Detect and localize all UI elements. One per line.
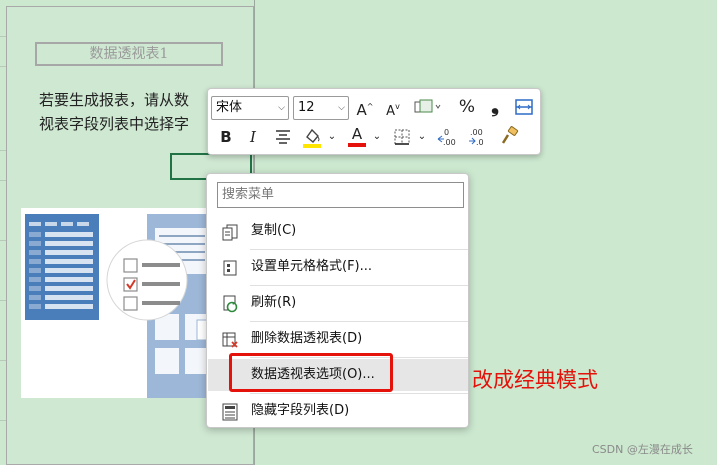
borders-icon[interactable] xyxy=(391,127,413,152)
svg-text:.00: .00 xyxy=(470,128,483,137)
delete-pivot-icon xyxy=(221,330,239,348)
percent-style-button[interactable]: % xyxy=(456,97,478,117)
font-size-select[interactable]: 12 ⌵ xyxy=(293,96,349,120)
chevron-down-icon[interactable]: ⌄ xyxy=(416,127,428,147)
fill-color-button[interactable] xyxy=(301,125,323,154)
pivot-table-title: 数据透视表1 xyxy=(35,42,223,66)
font-name-select[interactable]: 宋体 ⌵ xyxy=(211,96,289,120)
grow-font-button[interactable]: A^ xyxy=(355,97,375,120)
font-color-button[interactable]: A xyxy=(346,125,368,147)
shrink-font-button[interactable]: Av xyxy=(383,97,403,122)
chevron-down-icon: ⌵ xyxy=(278,103,285,113)
align-center-icon[interactable] xyxy=(272,127,294,152)
pivot-placeholder-illustration xyxy=(21,208,221,398)
menu-item-hide-field-list[interactable]: 隐藏字段列表(D) xyxy=(208,395,468,427)
accounting-format-button[interactable] xyxy=(410,97,444,122)
annotation-text: 改成经典模式 xyxy=(472,368,598,392)
italic-button[interactable]: I xyxy=(245,127,261,147)
menu-item-label: 删除数据透视表(D) xyxy=(251,331,363,346)
menu-item-label: 隐藏字段列表(D) xyxy=(251,403,350,418)
mini-format-toolbar: 宋体 ⌵ 12 ⌵ A^ Av % ❟ B I ⌄ A ⌄ ⌄ 0.00 .00… xyxy=(207,88,541,155)
chevron-down-icon[interactable]: ⌄ xyxy=(326,127,338,147)
font-name-value: 宋体 xyxy=(216,100,243,115)
menu-search-placeholder: 搜索菜单 xyxy=(222,187,275,202)
menu-item-label: 复制(C) xyxy=(251,223,297,238)
wrap-layout-icon[interactable] xyxy=(513,97,535,122)
menu-item-refresh[interactable]: 刷新(R) xyxy=(208,287,468,319)
pivot-table-hint: 若要生成报表，请从数 视表字段列表中选择字 xyxy=(38,91,189,133)
svg-text:.00: .00 xyxy=(443,138,456,147)
chevron-down-icon[interactable]: ⌄ xyxy=(371,127,383,147)
chevron-down-icon: ⌵ xyxy=(338,103,345,113)
watermark: CSDN @左漫在成长 xyxy=(592,443,693,456)
menu-item-delete-pivot[interactable]: 删除数据透视表(D) xyxy=(208,323,468,355)
comma-style-button[interactable]: ❟ xyxy=(486,95,504,115)
menu-item-label: 设置单元格格式(F)... xyxy=(251,259,373,274)
format-cells-icon xyxy=(221,258,239,276)
format-painter-icon[interactable] xyxy=(499,125,521,152)
svg-text:0: 0 xyxy=(444,128,449,137)
decrease-decimal-icon[interactable]: .00.0 xyxy=(466,125,492,154)
copy-icon xyxy=(221,222,239,241)
refresh-icon xyxy=(221,294,239,313)
menu-item-copy[interactable]: 复制(C) xyxy=(208,215,468,247)
menu-item-format-cells[interactable]: 设置单元格格式(F)... xyxy=(208,251,468,283)
bold-button[interactable]: B xyxy=(217,127,235,147)
font-size-value: 12 xyxy=(298,100,315,115)
highlight-box xyxy=(229,353,393,392)
increase-decimal-icon[interactable]: 0.00 xyxy=(436,125,462,154)
svg-text:.0: .0 xyxy=(476,138,484,147)
field-list-icon xyxy=(221,402,239,421)
menu-item-label: 刷新(R) xyxy=(251,295,297,310)
menu-search-input[interactable]: 搜索菜单 xyxy=(217,182,464,208)
